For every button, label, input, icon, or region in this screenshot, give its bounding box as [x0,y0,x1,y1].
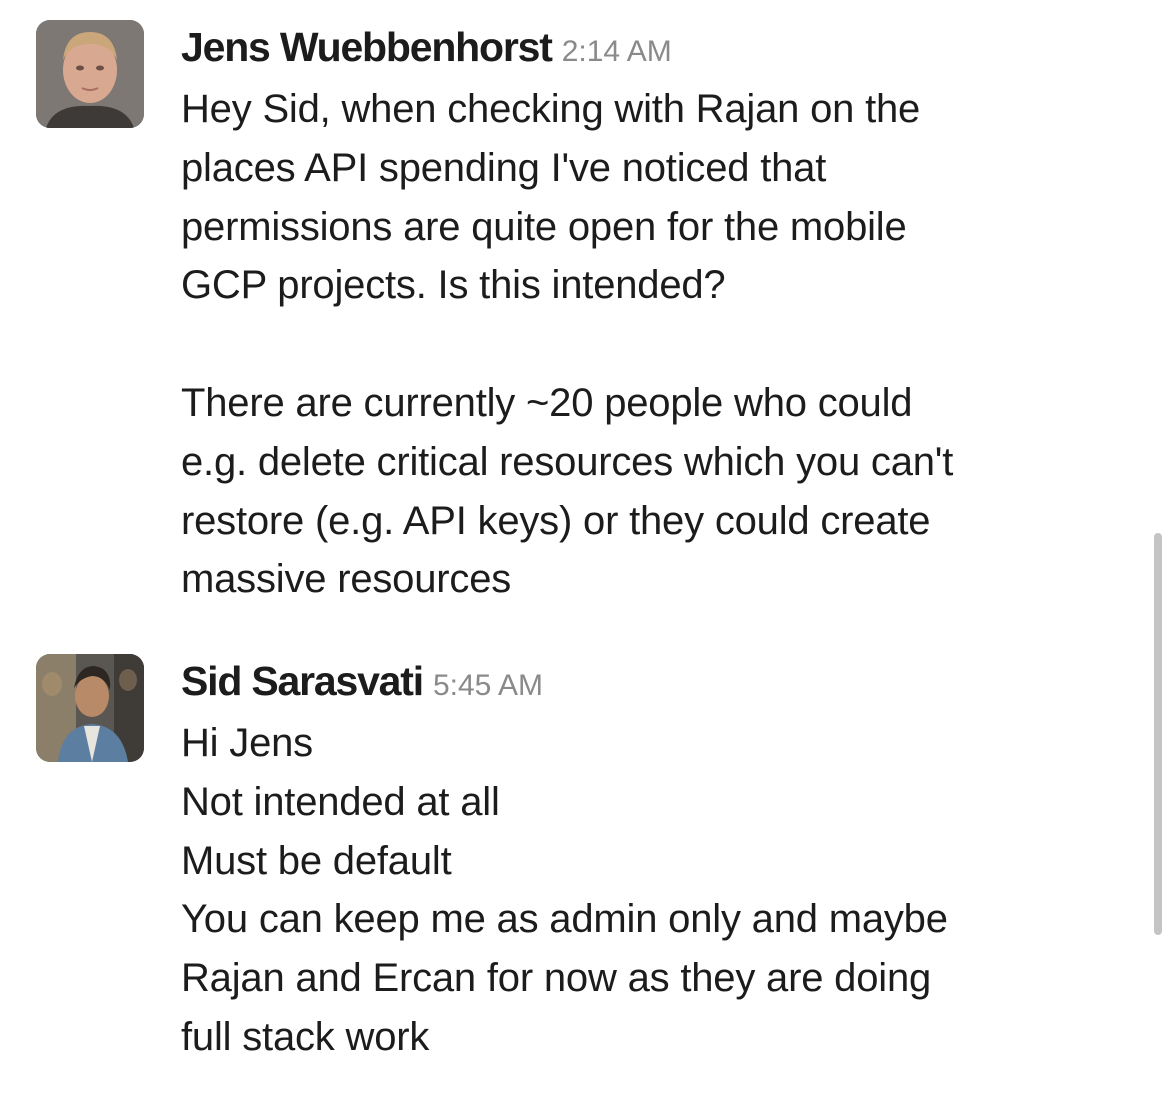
message-line: There are currently ~20 people who could [181,380,913,425]
message-content: Jens Wuebbenhorst 2:14 AM Hey Sid, when c… [181,18,1131,609]
scrollbar-thumb[interactable] [1154,533,1162,935]
message-header: Sid Sarasvati 5:45 AM [181,652,1131,710]
message-line-blank [181,315,1131,374]
message-line: Not intended at all [181,779,500,824]
message-text: Hi Jens Not intended at all Must be defa… [181,714,1131,1067]
message-timestamp[interactable]: 2:14 AM [562,35,672,68]
message-line: permissions are quite open for the mobil… [181,204,907,249]
message-content: Sid Sarasvati 5:45 AM Hi Jens Not intende… [181,652,1131,1067]
message-line: GCP projects. Is this intended? [181,263,726,308]
message-line: full stack work [181,1014,430,1059]
message-line: e.g. delete critical resources which you… [181,439,954,484]
user-avatar-icon[interactable] [36,654,144,762]
message-line: places API spending I've noticed that [181,145,827,190]
scrollbar[interactable] [1148,0,1170,1103]
message-line: Hi Jens [181,721,313,765]
author-name[interactable]: Sid Sarasvati [181,658,424,704]
message-line: You can keep me as admin only and maybe [181,897,948,942]
message-line: massive resources [181,557,512,602]
author-name[interactable]: Jens Wuebbenhorst [181,24,553,70]
message-timestamp[interactable]: 5:45 AM [433,669,543,702]
message-line: Hey Sid, when checking with Rajan on the [181,87,921,131]
message-line: restore (e.g. API keys) or they could cr… [181,498,931,543]
user-avatar-icon[interactable] [36,20,144,128]
message-line: Must be default [181,838,452,883]
message-line: Rajan and Ercan for now as they are doin… [181,956,932,1001]
message-list: Jens Wuebbenhorst 2:14 AM Hey Sid, when c… [0,0,1170,1103]
message-header: Jens Wuebbenhorst 2:14 AM [181,18,1131,76]
message-text: Hey Sid, when checking with Rajan on the… [181,80,1131,609]
